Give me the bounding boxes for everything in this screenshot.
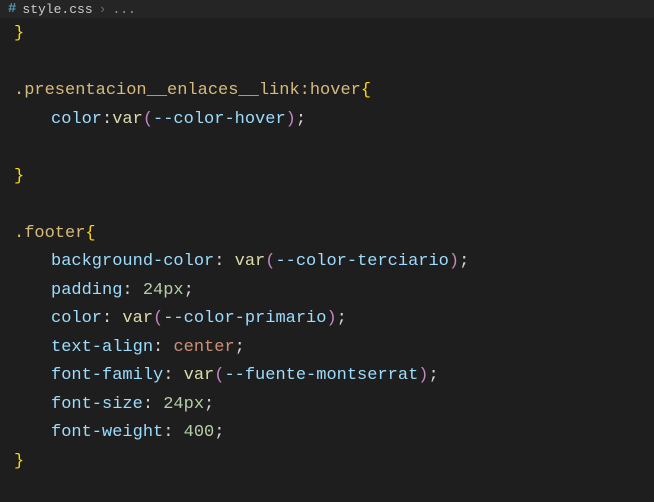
closing-brace: } bbox=[14, 452, 24, 471]
code-line[interactable]: .footer{ bbox=[14, 220, 654, 249]
css-property: font-size bbox=[51, 395, 143, 414]
code-line[interactable] bbox=[14, 191, 654, 220]
semicolon: ; bbox=[214, 423, 224, 442]
paren-open: ( bbox=[143, 110, 153, 129]
css-value: 24px bbox=[163, 395, 204, 414]
semicolon: ; bbox=[184, 281, 194, 300]
code-line[interactable]: padding: 24px; bbox=[14, 277, 654, 306]
css-property: color bbox=[51, 309, 102, 328]
css-property: font-family bbox=[51, 366, 163, 385]
colon: : bbox=[214, 252, 234, 271]
css-variable: --color-hover bbox=[153, 110, 286, 129]
colon: : bbox=[153, 338, 173, 357]
paren-close: ) bbox=[286, 110, 296, 129]
css-pseudo: :hover bbox=[300, 81, 361, 100]
css-function: var bbox=[122, 309, 153, 328]
css-property: font-weight bbox=[51, 423, 163, 442]
css-property: padding bbox=[51, 281, 122, 300]
css-property: color bbox=[51, 110, 102, 129]
code-editor[interactable]: } .presentacion__enlaces__link:hover{ co… bbox=[0, 18, 654, 476]
css-property: background-color bbox=[51, 252, 214, 271]
semicolon: ; bbox=[235, 338, 245, 357]
code-line[interactable]: } bbox=[14, 448, 654, 477]
paren-open: ( bbox=[153, 309, 163, 328]
breadcrumb-filename[interactable]: style.css bbox=[22, 2, 92, 17]
blank-line bbox=[14, 53, 24, 72]
colon: : bbox=[122, 281, 142, 300]
semicolon: ; bbox=[428, 366, 438, 385]
css-selector: .footer bbox=[14, 224, 85, 243]
code-line[interactable] bbox=[14, 134, 654, 163]
css-variable: --color-terciario bbox=[275, 252, 448, 271]
colon: : bbox=[163, 366, 183, 385]
css-value: 400 bbox=[184, 423, 215, 442]
colon: : bbox=[143, 395, 163, 414]
code-line[interactable]: background-color: var(--color-terciario)… bbox=[14, 248, 654, 277]
css-selector: .presentacion__enlaces__link bbox=[14, 81, 300, 100]
css-function: var bbox=[112, 110, 143, 129]
paren-close: ) bbox=[418, 366, 428, 385]
css-value: 24px bbox=[143, 281, 184, 300]
code-line[interactable]: color:var(--color-hover); bbox=[14, 106, 654, 135]
colon: : bbox=[102, 309, 122, 328]
code-line[interactable]: text-align: center; bbox=[14, 334, 654, 363]
css-variable: --color-primario bbox=[163, 309, 326, 328]
semicolon: ; bbox=[204, 395, 214, 414]
semicolon: ; bbox=[296, 110, 306, 129]
code-line[interactable] bbox=[14, 49, 654, 78]
code-line[interactable]: } bbox=[14, 163, 654, 192]
css-variable: --fuente-montserrat bbox=[224, 366, 418, 385]
semicolon: ; bbox=[337, 309, 347, 328]
code-line[interactable]: font-family: var(--fuente-montserrat); bbox=[14, 362, 654, 391]
css-function: var bbox=[235, 252, 266, 271]
code-line[interactable]: } bbox=[14, 20, 654, 49]
code-line[interactable]: font-weight: 400; bbox=[14, 419, 654, 448]
code-line[interactable]: .presentacion__enlaces__link:hover{ bbox=[14, 77, 654, 106]
paren-close: ) bbox=[326, 309, 336, 328]
breadcrumb-bar[interactable]: # style.css › ... bbox=[0, 0, 654, 18]
colon: : bbox=[163, 423, 183, 442]
breadcrumb-ellipsis[interactable]: ... bbox=[112, 2, 135, 17]
colon: : bbox=[102, 110, 112, 129]
open-brace: { bbox=[361, 81, 371, 100]
breadcrumb-separator: › bbox=[99, 2, 107, 17]
closing-brace: } bbox=[14, 24, 24, 43]
code-line[interactable]: color: var(--color-primario); bbox=[14, 305, 654, 334]
blank-line bbox=[14, 195, 24, 214]
code-line[interactable]: font-size: 24px; bbox=[14, 391, 654, 420]
css-property: text-align bbox=[51, 338, 153, 357]
paren-close: ) bbox=[449, 252, 459, 271]
semicolon: ; bbox=[459, 252, 469, 271]
css-value: center bbox=[173, 338, 234, 357]
blank-line bbox=[15, 138, 25, 157]
paren-open: ( bbox=[265, 252, 275, 271]
css-file-icon: # bbox=[8, 1, 16, 17]
css-function: var bbox=[184, 366, 215, 385]
closing-brace: } bbox=[14, 167, 24, 186]
open-brace: { bbox=[85, 224, 95, 243]
paren-open: ( bbox=[214, 366, 224, 385]
